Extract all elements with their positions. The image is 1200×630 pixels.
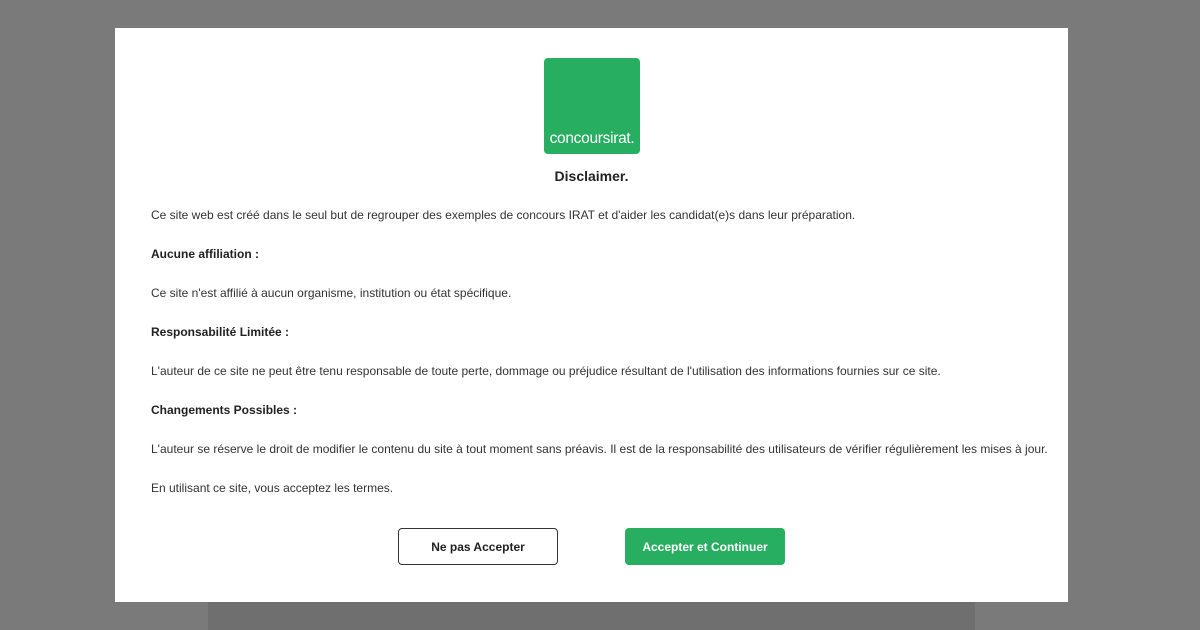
section-text-affiliation: Ce site n'est affilié à aucun organisme,… bbox=[151, 286, 512, 300]
section-text-changes: L'auteur se réserve le droit de modifier… bbox=[151, 442, 1048, 456]
section-heading-responsibility: Responsabilité Limitée : bbox=[151, 325, 290, 339]
section-heading-affiliation: Aucune affiliation : bbox=[151, 247, 259, 261]
disclaimer-modal: concoursirat. Disclaimer. Ce site web es… bbox=[115, 28, 1068, 602]
site-logo: concoursirat. bbox=[544, 58, 640, 154]
logo-text: concoursirat. bbox=[549, 130, 635, 147]
section-heading-changes: Changements Possibles : bbox=[151, 403, 298, 417]
intro-text: Ce site web est créé dans le seul but de… bbox=[151, 208, 856, 222]
accept-continue-button[interactable]: Accepter et Continuer bbox=[625, 528, 785, 565]
modal-title: Disclaimer. bbox=[554, 168, 629, 184]
closing-text: En utilisant ce site, vous acceptez les … bbox=[151, 481, 394, 495]
section-text-responsibility: L'auteur de ce site ne peut être tenu re… bbox=[151, 364, 941, 378]
decline-button[interactable]: Ne pas Accepter bbox=[398, 528, 558, 565]
